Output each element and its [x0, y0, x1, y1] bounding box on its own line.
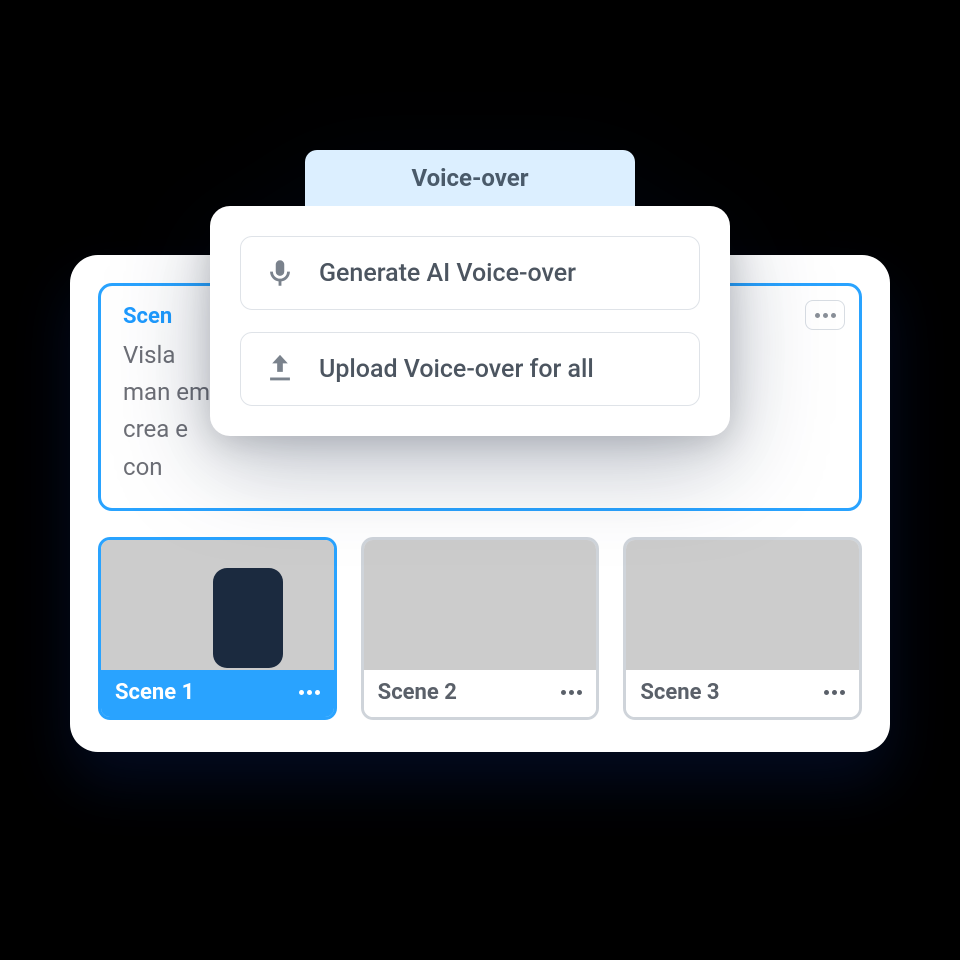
ellipsis-icon[interactable]	[561, 690, 582, 695]
upload-icon	[263, 352, 297, 386]
thumbnail-label: Scene 1	[115, 680, 194, 705]
thumbnail-image	[626, 540, 859, 670]
option-label: Upload Voice-over for all	[319, 355, 594, 384]
option-label: Generate AI Voice-over	[319, 259, 576, 288]
microphone-icon	[263, 256, 297, 290]
voiceover-tab[interactable]: Voice-over	[305, 150, 635, 206]
ellipsis-icon[interactable]	[299, 690, 320, 695]
thumbnail-label: Scene 3	[640, 680, 719, 705]
generate-ai-voiceover-button[interactable]: Generate AI Voice-over	[240, 236, 700, 310]
scene-thumbnail-2[interactable]: Scene 2	[361, 537, 600, 720]
scene-more-button[interactable]	[805, 300, 845, 330]
voiceover-options-panel: Generate AI Voice-over Upload Voice-over…	[210, 206, 730, 436]
thumbnail-image	[364, 540, 597, 670]
upload-voiceover-button[interactable]: Upload Voice-over for all	[240, 332, 700, 406]
ellipsis-icon[interactable]	[824, 690, 845, 695]
scene-thumbnail-1[interactable]: Scene 1	[98, 537, 337, 720]
scene-thumbnail-3[interactable]: Scene 3	[623, 537, 862, 720]
ellipsis-icon	[815, 313, 836, 318]
thumbnail-label: Scene 2	[378, 680, 457, 705]
voiceover-popover: Voice-over Generate AI Voice-over Upload…	[210, 150, 730, 436]
thumbnail-image	[101, 540, 334, 670]
scene-thumbnails: Scene 1 Scene 2 Scene 3	[98, 537, 862, 720]
